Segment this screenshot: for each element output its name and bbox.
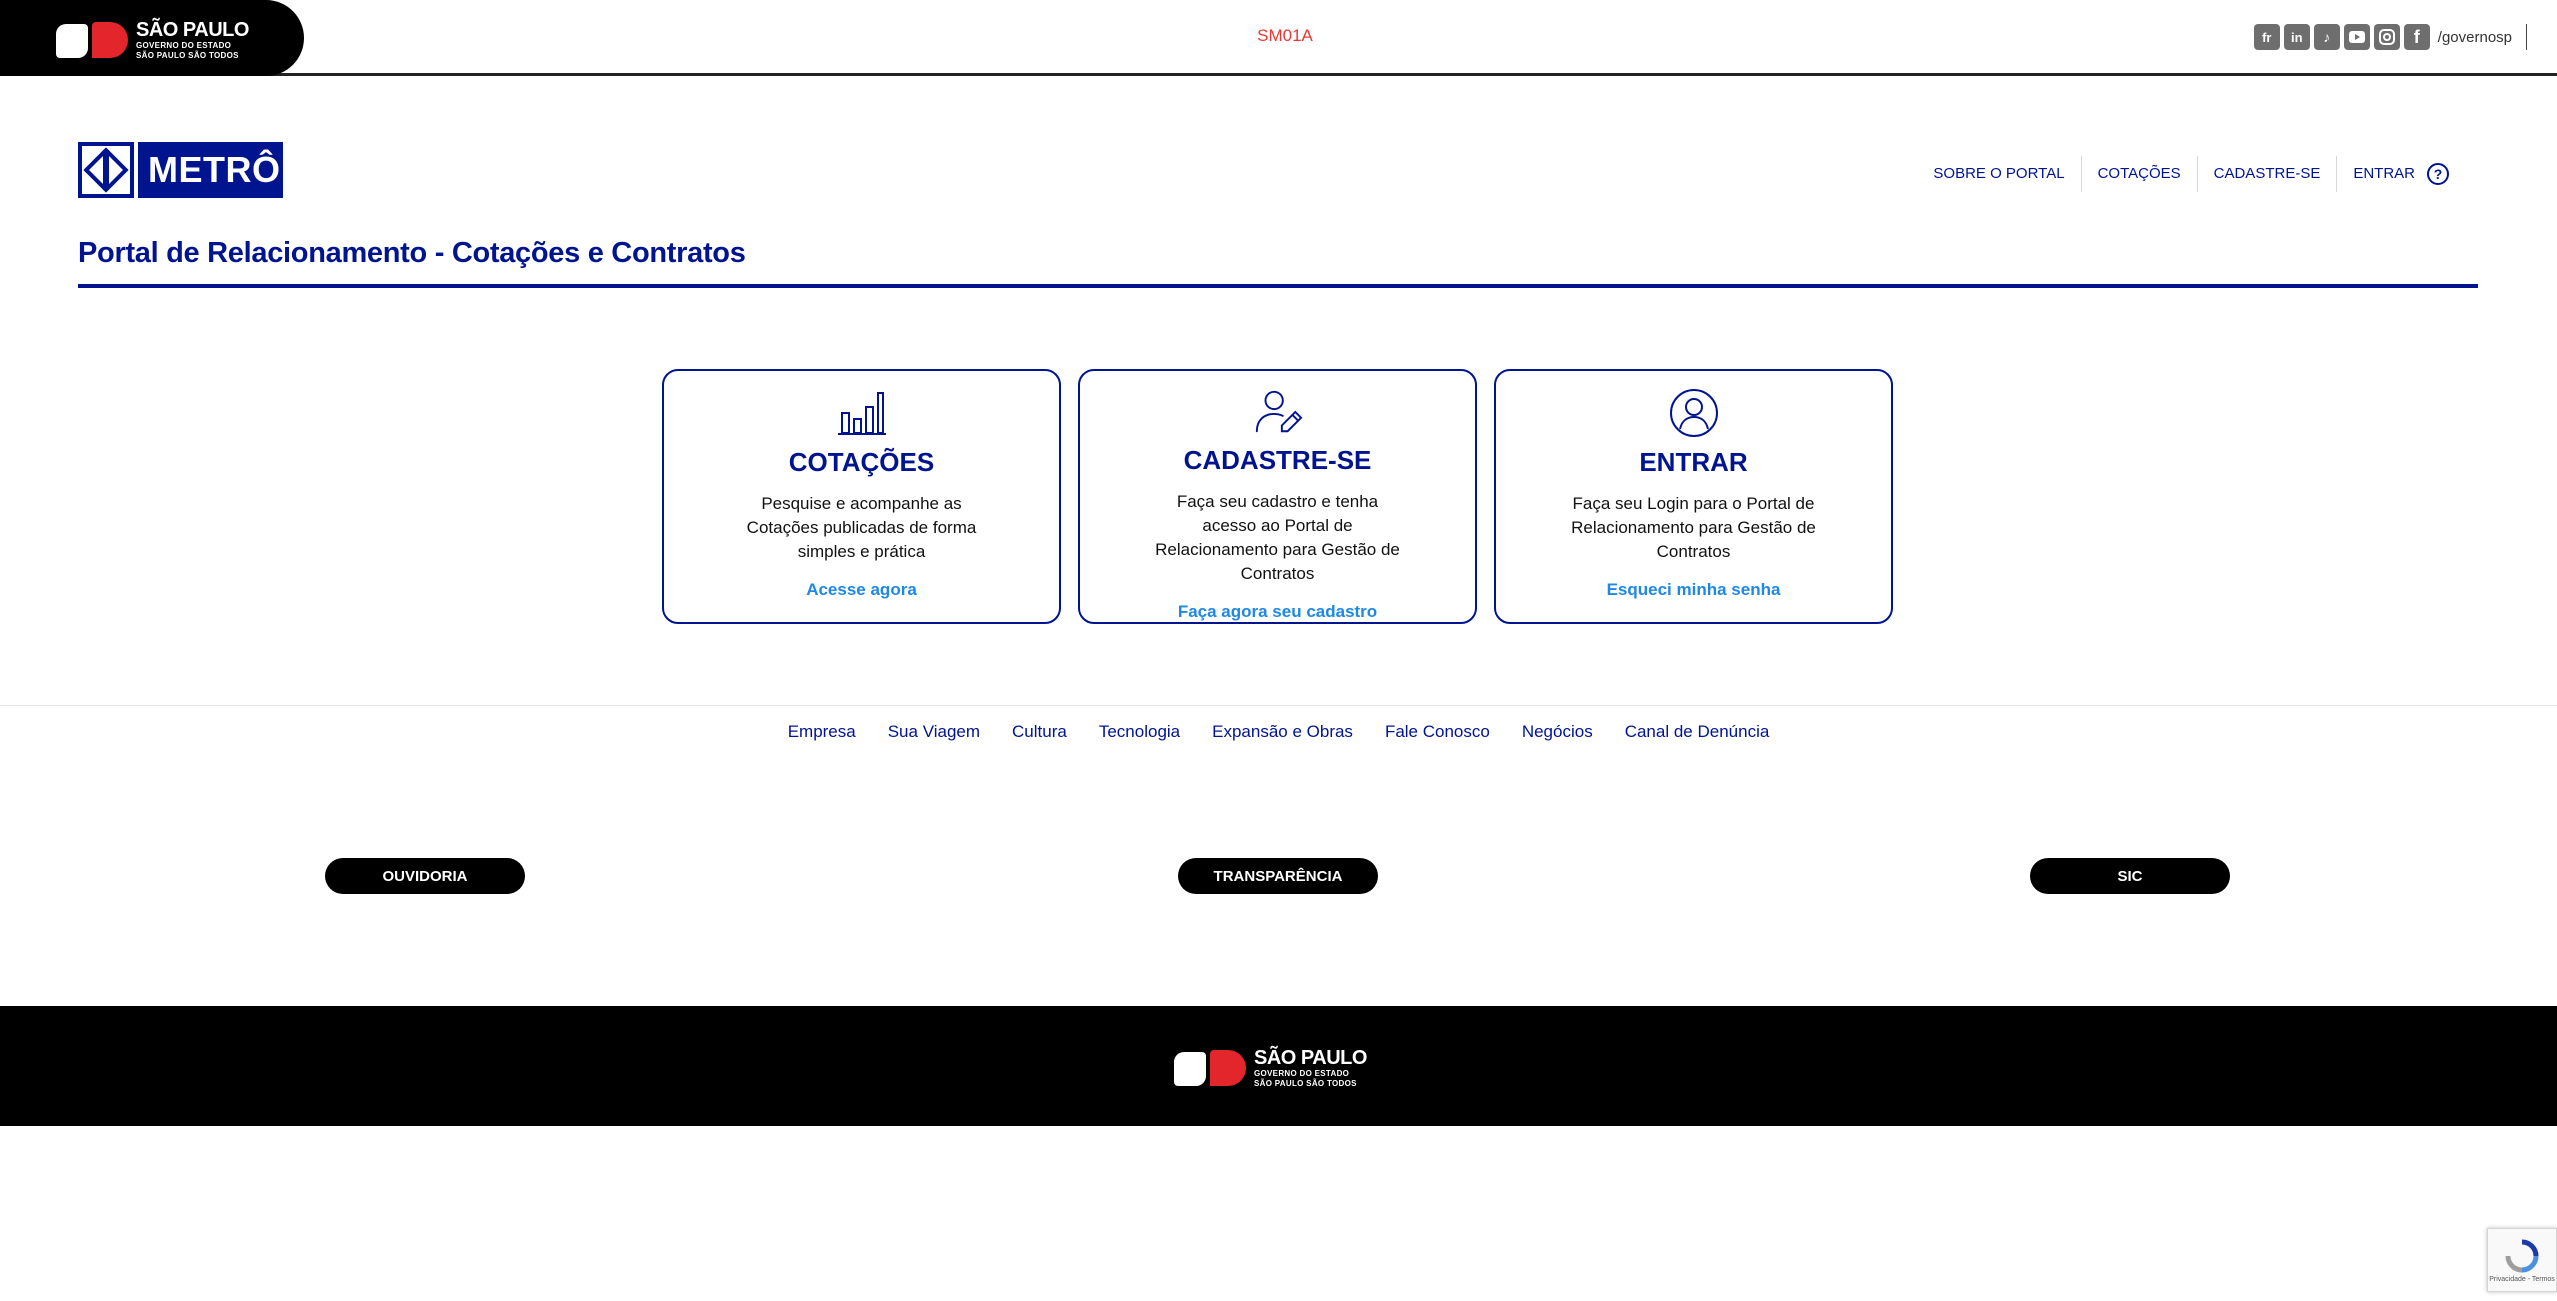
- footer-logo-line1: SÃO PAULO: [1254, 1047, 1367, 1069]
- title-divider: [78, 284, 2478, 288]
- ouvidoria-button[interactable]: OUVIDORIA: [325, 858, 525, 894]
- recaptcha-terms[interactable]: Privacidade - Termos: [2489, 1276, 2555, 1283]
- metro-logo-text: METRÔ: [148, 149, 281, 190]
- footer-link-sua-viagem[interactable]: Sua Viagem: [888, 722, 980, 742]
- footer-link-empresa[interactable]: Empresa: [788, 722, 856, 742]
- sic-button[interactable]: SIC: [2030, 858, 2230, 894]
- link-acesse-agora[interactable]: Acesse agora: [806, 580, 917, 600]
- sp-logo-mark-icon: [56, 22, 128, 58]
- help-icon[interactable]: ?: [2427, 163, 2449, 185]
- footer-link-negocios[interactable]: Negócios: [1522, 722, 1593, 742]
- transparencia-button[interactable]: TRANSPARÊNCIA: [1178, 858, 1378, 894]
- sp-logo-line1: SÃO PAULO: [136, 19, 249, 41]
- bar-chart-icon: [837, 392, 886, 435]
- nav-cotacoes[interactable]: COTAÇÕES: [2082, 156, 2198, 192]
- tiktok-icon[interactable]: ♪: [2313, 24, 2340, 50]
- footer-link-fale-conosco[interactable]: Fale Conosco: [1385, 722, 1490, 742]
- card-cadastre-se[interactable]: CADASTRE-SE Faça seu cadastro e tenha ac…: [1078, 369, 1477, 624]
- card-title-cadastre-se: CADASTRE-SE: [1183, 445, 1372, 475]
- footer-link-canal-denuncia[interactable]: Canal de Denúncia: [1625, 722, 1770, 742]
- sp-logo-line3: SÃO PAULO SÃO TODOS: [136, 51, 239, 60]
- nav-cadastre-se[interactable]: CADASTRE-SE: [2198, 156, 2338, 192]
- gov-top-bar: SÃO PAULO GOVERNO DO ESTADO SÃO PAULO SÃ…: [0, 0, 2557, 76]
- gov-logo-container[interactable]: SÃO PAULO GOVERNO DO ESTADO SÃO PAULO SÃ…: [0, 0, 304, 76]
- footer-link-tecnologia[interactable]: Tecnologia: [1099, 722, 1180, 742]
- user-circle-icon: [1669, 389, 1718, 437]
- youtube-icon[interactable]: [2343, 24, 2370, 50]
- footer-link-expansao-obras[interactable]: Expansão e Obras: [1212, 722, 1353, 742]
- link-faca-cadastro[interactable]: Faça agora seu cadastro: [1178, 602, 1377, 622]
- metro-logo[interactable]: METRÔ: [78, 142, 283, 198]
- footer-logo-line2: GOVERNO DO ESTADO: [1254, 1069, 1350, 1078]
- footer-link-cultura[interactable]: Cultura: [1012, 722, 1067, 742]
- social-handle[interactable]: /governosp: [2438, 29, 2512, 46]
- footer-nav: Empresa Sua Viagem Cultura Tecnologia Ex…: [0, 722, 2557, 742]
- footer-logo-line3: SÃO PAULO SÃO TODOS: [1254, 1079, 1357, 1088]
- recaptcha-badge[interactable]: Privacidade - Termos: [2487, 1228, 2557, 1292]
- page-title: Portal de Relacionamento - Cotações e Co…: [78, 237, 746, 269]
- sp-gov-logo[interactable]: SÃO PAULO GOVERNO DO ESTADO SÃO PAULO SÃ…: [56, 20, 249, 60]
- card-desc-entrar: Faça seu Login para o Portal de Relacion…: [1571, 494, 1816, 561]
- card-cotacoes[interactable]: COTAÇÕES Pesquise e acompanhe as Cotaçõe…: [662, 369, 1061, 624]
- action-cards: COTAÇÕES Pesquise e acompanhe as Cotaçõe…: [662, 369, 1893, 624]
- footer-sp-gov-logo[interactable]: SÃO PAULO GOVERNO DO ESTADO SÃO PAULO SÃ…: [1174, 1048, 1367, 1088]
- footer-divider: [0, 705, 2557, 706]
- facebook-icon[interactable]: f: [2403, 24, 2430, 50]
- card-desc-cadastre-se: Faça seu cadastro e tenha acesso ao Port…: [1155, 492, 1400, 583]
- linkedin-icon[interactable]: in: [2283, 24, 2310, 50]
- social-divider: [2526, 24, 2527, 50]
- social-links: fr in ♪ f /governosp: [2253, 24, 2527, 50]
- card-title-cotacoes: COTAÇÕES: [788, 447, 935, 477]
- footer-sp-logo-mark-icon: [1174, 1050, 1246, 1086]
- environment-code: SM01A: [1257, 26, 1313, 45]
- card-title-entrar: ENTRAR: [1639, 447, 1748, 477]
- card-desc-cotacoes: Pesquise e acompanhe as Cotações publica…: [746, 494, 977, 561]
- nav-entrar[interactable]: ENTRAR: [2337, 156, 2427, 192]
- nav-sobre-o-portal[interactable]: SOBRE O PORTAL: [1917, 156, 2082, 192]
- link-esqueci-senha[interactable]: Esqueci minha senha: [1607, 580, 1781, 600]
- sp-logo-line2: GOVERNO DO ESTADO: [136, 41, 232, 50]
- recaptcha-icon: [2505, 1239, 2539, 1272]
- flickr-icon[interactable]: fr: [2253, 24, 2280, 50]
- main-nav: SOBRE O PORTAL COTAÇÕES CADASTRE-SE ENTR…: [1917, 156, 2449, 192]
- footer-bar: SÃO PAULO GOVERNO DO ESTADO SÃO PAULO SÃ…: [0, 1006, 2557, 1126]
- card-entrar[interactable]: ENTRAR Faça seu Login para o Portal de R…: [1494, 369, 1893, 624]
- metro-symbol-icon: [82, 146, 130, 194]
- instagram-icon[interactable]: [2373, 24, 2400, 50]
- user-edit-icon: [1255, 390, 1302, 433]
